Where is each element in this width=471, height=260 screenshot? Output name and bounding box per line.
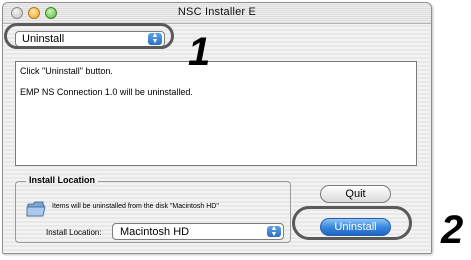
message-line-1: Click "Uninstall" button.: [20, 66, 113, 76]
message-area: Click "Uninstall" button. EMP NS Connect…: [15, 61, 417, 166]
window-title: NSC Installer E: [177, 6, 257, 18]
highlight-ring-popup: [4, 23, 174, 49]
folder-icon: [26, 201, 46, 217]
disk-popup-arrows-icon: ▲ ▼: [267, 225, 281, 238]
quit-button[interactable]: Quit: [320, 185, 391, 203]
install-location-title: Install Location: [26, 175, 99, 185]
step-1-callout: 1: [188, 30, 211, 74]
title-bar[interactable]: NSC Installer E: [3, 3, 431, 24]
highlight-ring-uninstall: [292, 206, 412, 240]
step-2-callout: 2: [441, 208, 464, 252]
message-line-2: EMP NS Connection 1.0 will be uninstalle…: [20, 87, 193, 97]
install-location-group: Install Location Items will be uninstall…: [15, 175, 291, 243]
disk-popup[interactable]: Macintosh HD ▲ ▼: [112, 223, 284, 240]
install-location-description: Items will be uninstalled from the disk …: [52, 203, 219, 210]
install-location-label: Install Location:: [46, 228, 102, 237]
disk-popup-value: Macintosh HD: [120, 226, 190, 238]
